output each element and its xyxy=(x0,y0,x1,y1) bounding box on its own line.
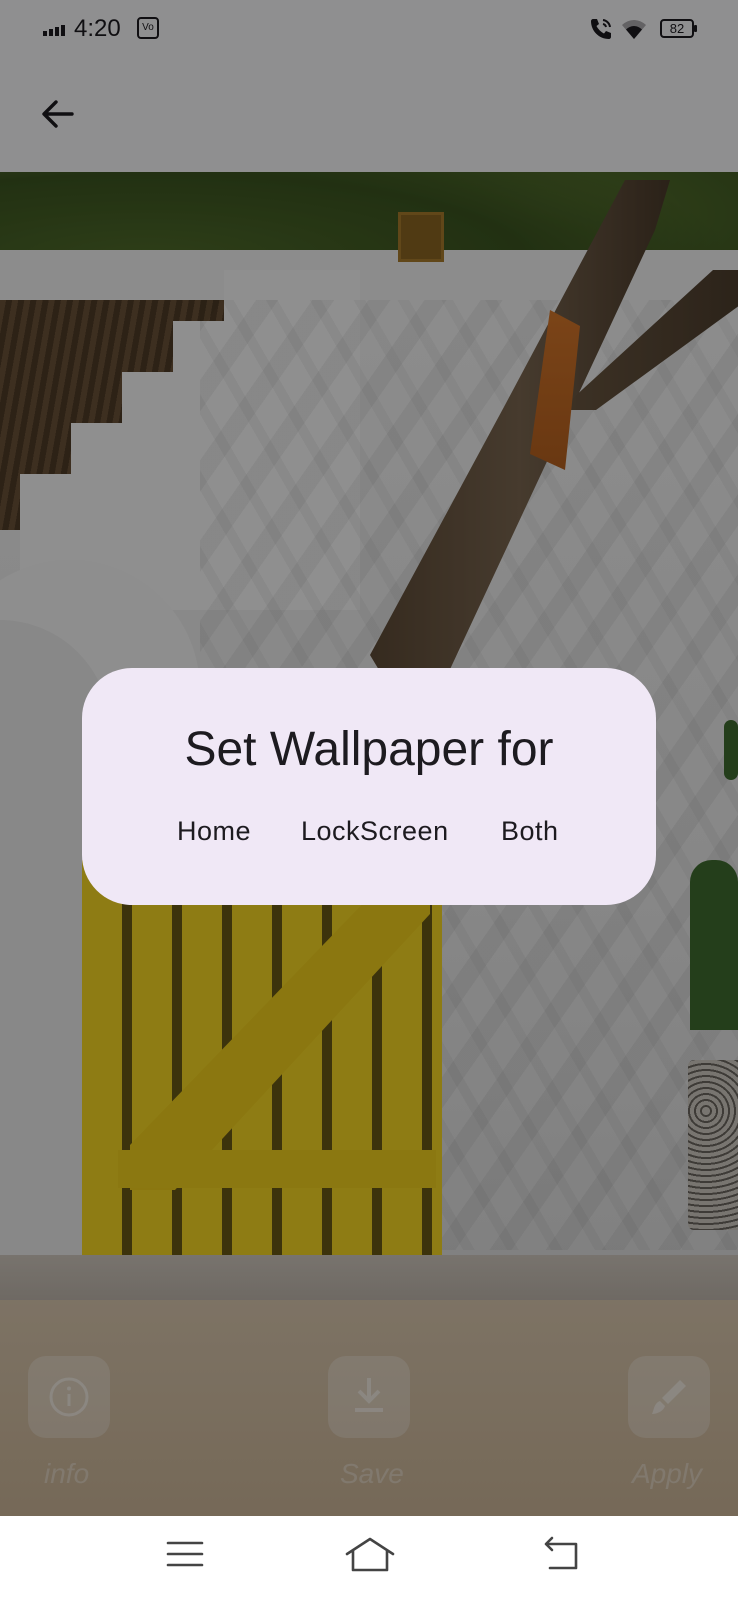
menu-icon[interactable] xyxy=(166,1538,204,1570)
system-nav-bar xyxy=(0,1516,738,1600)
lockscreen-option-button[interactable]: LockScreen xyxy=(301,816,449,847)
home-icon[interactable] xyxy=(344,1536,396,1574)
set-wallpaper-dialog: Set Wallpaper for Home LockScreen Both xyxy=(82,668,656,905)
both-option-button[interactable]: Both xyxy=(501,816,559,847)
dialog-title: Set Wallpaper for xyxy=(184,723,554,776)
home-option-button[interactable]: Home xyxy=(177,816,251,847)
back-icon[interactable] xyxy=(542,1536,582,1572)
